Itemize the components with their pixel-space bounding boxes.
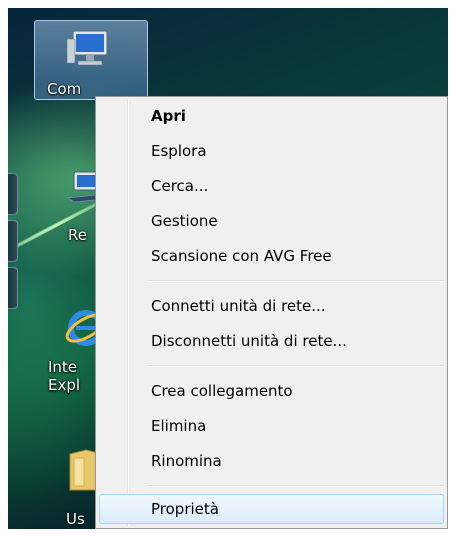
sidebar-gadget-tab[interactable] bbox=[8, 267, 18, 309]
desktop-icon-computer[interactable]: Com bbox=[34, 20, 148, 100]
menu-separator bbox=[148, 365, 443, 367]
menu-item-label: Esplora bbox=[151, 142, 207, 160]
menu-item-disconnetti-unita[interactable]: Disconnetti unità di rete... bbox=[99, 326, 444, 356]
menu-item-label: Rinomina bbox=[151, 452, 222, 470]
menu-item-apri[interactable]: Apri bbox=[99, 101, 444, 131]
menu-item-label: Crea collegamento bbox=[151, 382, 293, 400]
menu-item-label: Apri bbox=[151, 107, 186, 125]
menu-item-esplora[interactable]: Esplora bbox=[99, 136, 444, 166]
menu-item-label: Elimina bbox=[151, 417, 207, 435]
menu-item-label: Cerca... bbox=[151, 177, 209, 195]
menu-item-label: Connetti unità di rete... bbox=[151, 297, 326, 315]
menu-item-label: Proprietà bbox=[151, 500, 219, 518]
menu-item-gestione[interactable]: Gestione bbox=[99, 206, 444, 236]
menu-item-cerca[interactable]: Cerca... bbox=[99, 171, 444, 201]
sidebar-gadget-tab[interactable] bbox=[8, 220, 18, 262]
menu-item-rinomina[interactable]: Rinomina bbox=[99, 446, 444, 476]
menu-separator bbox=[148, 280, 443, 282]
context-menu: Apri Esplora Cerca... Gestione Scansione… bbox=[95, 96, 448, 529]
sidebar-gadget-tab[interactable] bbox=[8, 173, 18, 215]
desktop-icon-label: Com bbox=[47, 80, 82, 98]
menu-item-connetti-unita[interactable]: Connetti unità di rete... bbox=[99, 291, 444, 321]
menu-item-crea-collegamento[interactable]: Crea collegamento bbox=[99, 376, 444, 406]
menu-item-label: Gestione bbox=[151, 212, 218, 230]
menu-item-label: Disconnetti unità di rete... bbox=[151, 332, 347, 350]
menu-item-proprieta[interactable]: Proprietà bbox=[99, 494, 444, 524]
desktop: Com Re Inte Expl Us Apri Esplora Cerca..… bbox=[8, 8, 448, 529]
menu-item-elimina[interactable]: Elimina bbox=[99, 411, 444, 441]
menu-item-scansione-avg[interactable]: Scansione con AVG Free bbox=[99, 241, 444, 271]
screenshot: Com Re Inte Expl Us Apri Esplora Cerca..… bbox=[0, 0, 456, 537]
desktop-icon-label: Inte bbox=[48, 358, 78, 376]
computer-icon bbox=[66, 30, 108, 66]
desktop-icon-label: Re bbox=[68, 226, 87, 244]
menu-separator bbox=[148, 485, 443, 487]
desktop-icon-label: Us bbox=[66, 510, 85, 528]
menu-item-label: Scansione con AVG Free bbox=[151, 247, 332, 265]
desktop-icon-label: Expl bbox=[48, 376, 81, 394]
